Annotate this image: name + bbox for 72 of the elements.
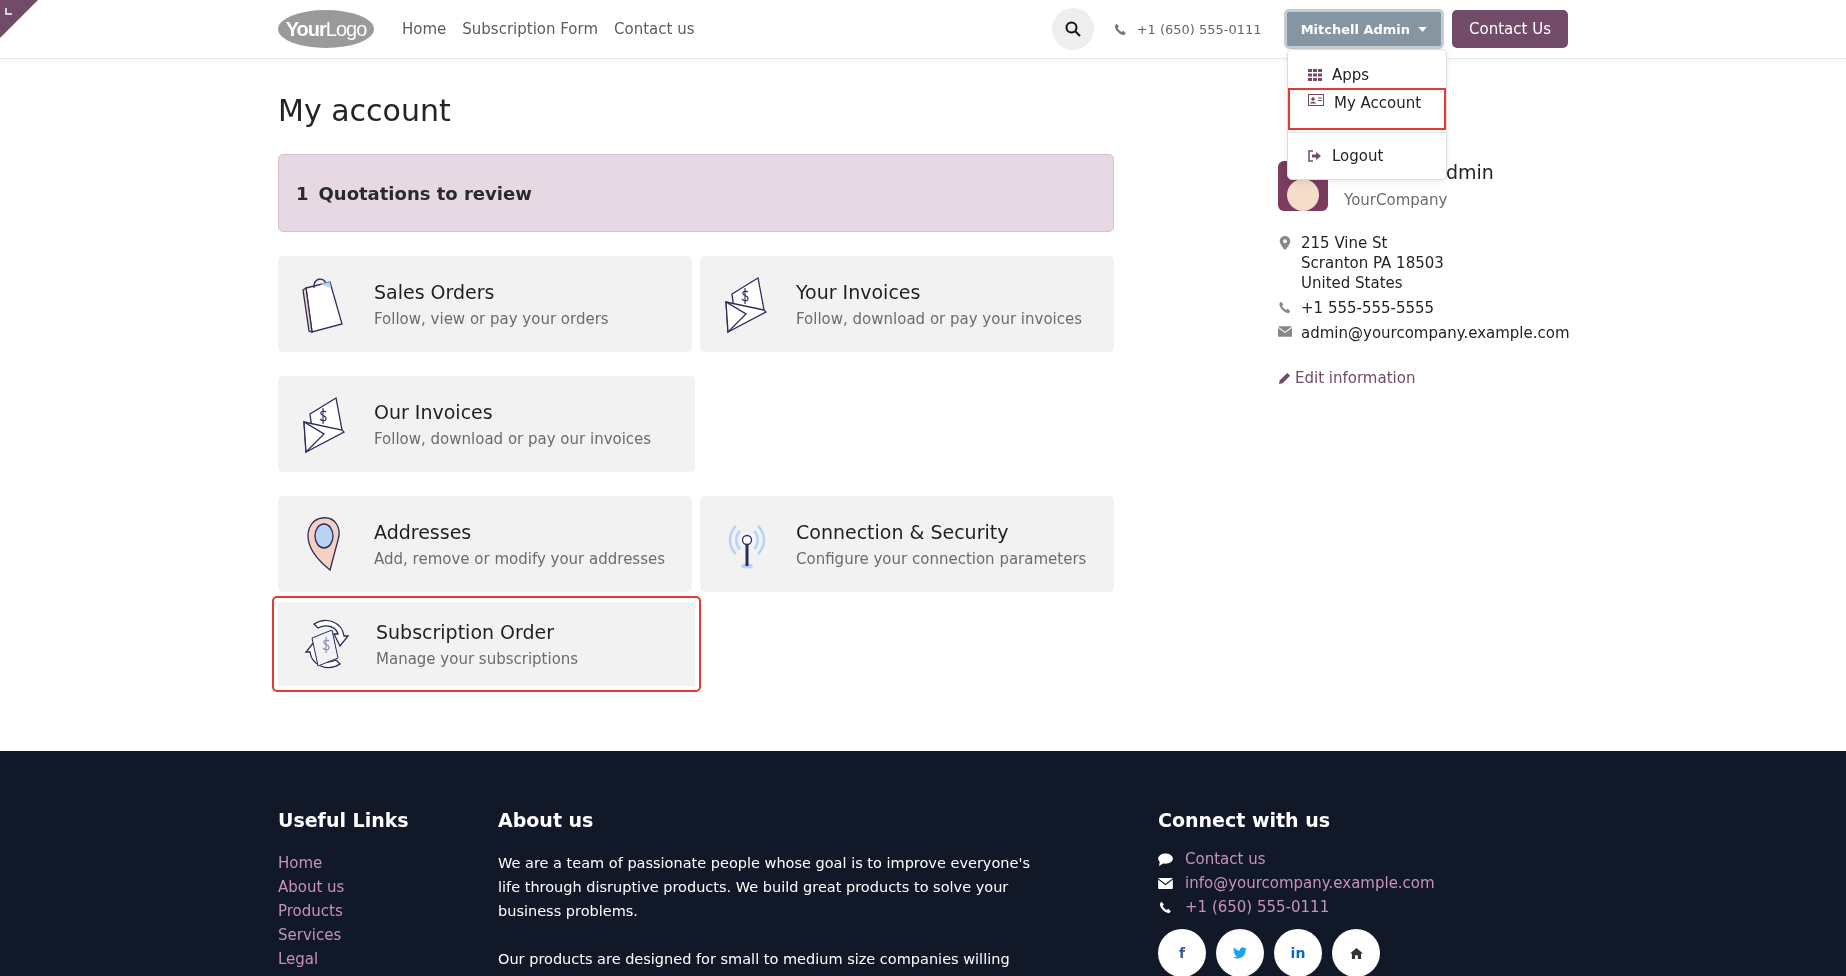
bird-icon [1233,947,1247,959]
phone-icon [1278,301,1292,314]
contact-us-button[interactable]: Contact Us [1452,10,1568,48]
envelope-icon [1158,877,1173,889]
account-card[interactable]: Our Invoices Follow, download or pay our invoices [278,376,695,472]
caret-icon [1418,26,1428,32]
menu-item[interactable]: My Account [1290,90,1444,128]
address-line: United States [1301,273,1404,293]
edit-information-link[interactable]: Edit information [1278,369,1568,387]
card-description: Configure your connection parameters [796,549,1087,568]
home-icon [1349,947,1363,959]
phone-icon [1113,22,1127,36]
envelope-icon [1278,326,1292,337]
account-card[interactable]: Connection & Security Configure your connection parameters [700,496,1114,592]
nav-link[interactable]: Subscription Form [462,20,599,38]
footer-link[interactable]: Services [278,923,498,947]
pencil-icon [1278,371,1291,385]
address-line: Scranton PA 18503 [1301,253,1444,273]
card-description: Follow, download or pay our invoices [374,429,652,448]
card-title: Your Invoices [796,280,922,303]
card-description: Follow, view or pay your orders [374,309,609,328]
address-line: 215 Vine St [1301,233,1389,253]
email-address: admin@yourcompany.example.com [1301,323,1570,343]
footer-link[interactable]: Legal [278,947,498,971]
phone-icon [1158,900,1173,914]
about-paragraph: Our products are designed for small to medium size companies willing [498,950,1011,969]
social-button[interactable] [1332,929,1380,976]
footer-link[interactable]: Home [278,851,498,875]
account-card[interactable]: Your Invoices Follow, download or pay your invoices [700,256,1114,352]
social-button[interactable] [1216,929,1264,976]
alert-text: Quotations to review [318,182,532,204]
contact-link[interactable]: info@yourcompany.example.com [1185,871,1435,895]
menu-item[interactable]: Apps [1290,60,1444,90]
contact-link[interactable]: Contact us [1185,847,1266,871]
card-title: Connection & Security [796,520,1010,543]
search-icon [1064,21,1081,37]
card-description: Follow, download or pay your invoices [796,309,1083,328]
card-description: Add, remove or modify your addresses [374,549,666,568]
card-title: Addresses [374,520,473,543]
phone-number: +1 555-555-5555 [1301,298,1435,318]
card-description: Manage your subscriptions [376,649,579,668]
account-card[interactable]: Subscription Order Manage your subscriptions [272,596,701,692]
phone-number: +1 (650) 555-0111 [1136,21,1262,37]
profile-name: dmin [1446,161,1494,183]
about-paragraph: We are a team of passionate people whose goal is to improve everyone's life through disruptive products. We build great products to solve your business problems. [498,854,1031,921]
quotations-alert[interactable]: 1 Quotations to review [278,154,1114,232]
nav-link[interactable]: Contact us [614,20,695,38]
footer-link[interactable]: About us [278,875,498,899]
id-card-icon [1308,94,1324,106]
menu-item[interactable]: Logout [1290,141,1444,171]
account-card[interactable]: Addresses Add, remove or modify your addresses [278,496,692,592]
corner-edit-icon[interactable] [0,0,38,38]
footer-heading: Connect with us [1158,809,1332,831]
speech-bubble-icon [1158,852,1173,866]
social-button[interactable]: f [1158,929,1206,976]
grid-icon [1308,69,1322,81]
logout-icon [1308,150,1322,162]
search-button[interactable] [1051,8,1094,50]
footer-heading: Useful Links [278,809,410,831]
location-pin-icon [1278,236,1292,250]
contact-link[interactable]: +1 (650) 555-0111 [1185,895,1330,919]
card-title: Subscription Order [376,620,556,643]
account-card[interactable]: Sales Orders Follow, view or pay your orders [278,256,692,352]
social-button[interactable]: in [1274,929,1322,976]
footer-link[interactable]: Products [278,899,498,923]
card-title: Sales Orders [374,280,496,303]
quotation-count: 1 [296,182,309,204]
page-title: My account [278,93,452,128]
company-name: YourCompany [1344,191,1449,209]
card-title: Our Invoices [374,400,494,423]
footer-heading: About us [498,809,595,831]
nav-link[interactable]: Home [402,20,447,38]
